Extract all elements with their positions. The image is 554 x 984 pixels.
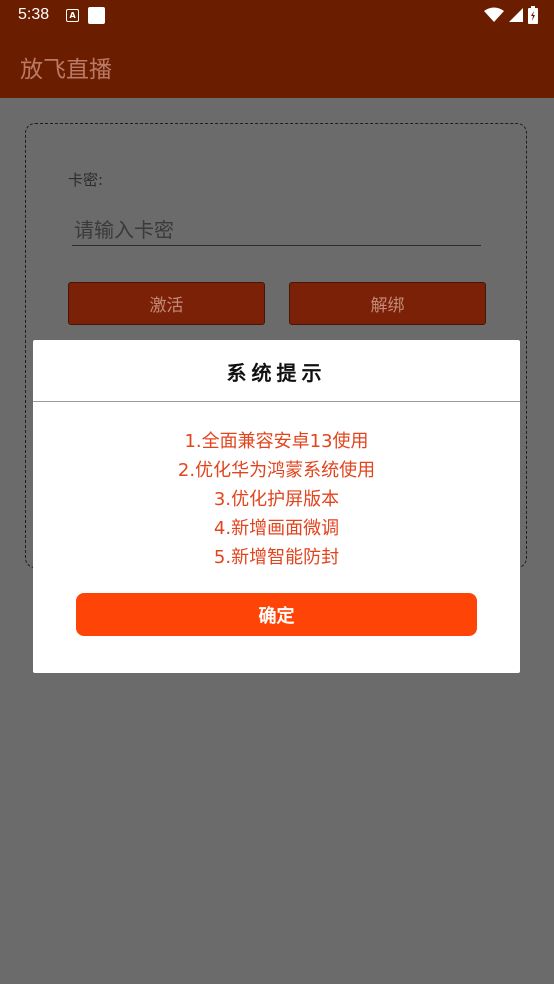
system-notice-dialog: 系统提示 1.全面兼容安卓13使用 2.优化华为鸿蒙系统使用 3.优化护屏版本 … (33, 340, 520, 673)
dialog-title: 系统提示 (226, 361, 327, 385)
activate-button[interactable]: 激活 (68, 282, 265, 325)
notification-a-icon: A (66, 8, 80, 22)
status-time: 5:38 (18, 6, 50, 23)
app-title: 放飞直播 (20, 57, 112, 83)
key-input[interactable] (72, 214, 481, 246)
battery-icon (528, 6, 538, 24)
signal-icon (509, 8, 523, 22)
dialog-line: 4.新增画面微调 (213, 518, 340, 539)
status-bar: 5:38 A (0, 0, 554, 30)
wifi-icon (484, 7, 504, 22)
dialog-line: 2.优化华为鸿蒙系统使用 (177, 460, 376, 481)
dialog-divider (33, 401, 520, 402)
notification-square-icon (88, 6, 106, 24)
unbind-button[interactable]: 解绑 (289, 282, 486, 325)
dialog-message: 1.全面兼容安卓13使用 2.优化华为鸿蒙系统使用 3.优化护屏版本 4.新增画… (33, 427, 520, 572)
status-icons (484, 6, 538, 24)
ok-button[interactable]: 确定 (76, 593, 477, 636)
key-label: 卡密: (68, 171, 104, 189)
dialog-line: 5.新增智能防封 (213, 547, 340, 568)
dialog-line: 1.全面兼容安卓13使用 (184, 431, 369, 452)
dialog-line: 3.优化护屏版本 (213, 489, 340, 510)
app-bar: 放飞直播 (0, 30, 554, 98)
